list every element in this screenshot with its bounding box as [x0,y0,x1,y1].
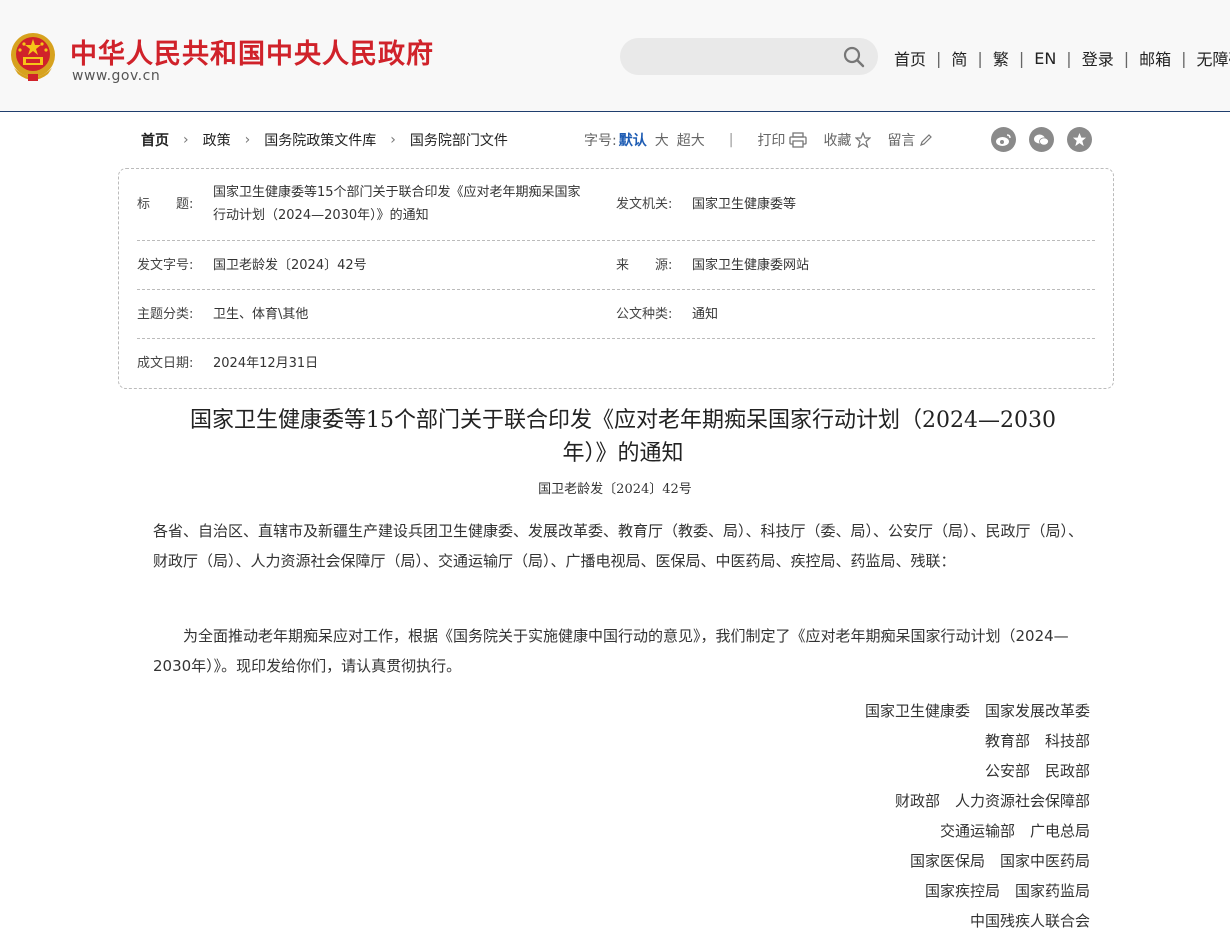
nav-separator: | [1123,48,1130,68]
article-body: 为全面推动老年期痴呆应对工作，根据《国务院关于实施健康中国行动的意见》，我们制定… [153,627,1069,675]
national-emblem-icon[interactable] [8,30,58,84]
signatory-line: 中国残疾人联合会 [969,912,1090,930]
document-info-panel: 标 题: 国家卫生健康委等15个部门关于联合印发《应对老年期痴呆国家 行动计划（… [118,168,1114,389]
info-date-label: 成文日期: [137,356,194,371]
font-size-large[interactable]: 大 [655,130,669,150]
info-docno-label: 发文字号: [137,258,194,273]
info-docno-value: 国卫老龄发〔2024〕42号 [213,258,367,273]
top-nav: 首页 | 简 | 繁 | EN | 登录 | 邮箱 | 无障碍 [894,46,1230,70]
signatory-line: 财政部 人力资源社会保障部 [894,792,1090,810]
comment-label: 留言 [887,133,916,149]
nav-mail[interactable]: 邮箱 [1139,46,1171,70]
info-issuer-value: 国家卫生健康委等 [692,197,797,212]
nav-simplified[interactable]: 简 [951,46,967,70]
info-row: 成文日期: 2024年12月31日 [137,339,1095,388]
signatory-line: 教育部 科技部 [984,732,1090,750]
nav-separator: | [1018,48,1025,68]
breadcrumb: 首页 › 政策 › 国务院政策文件库 › 国务院部门文件 [141,130,508,150]
signatory-line: 交通运输部 广电总局 [939,822,1090,840]
article-addressee: 各省、自治区、直辖市及新疆生产建设兵团卫生健康委、发展改革委、教育厅（教委、局）… [153,522,1084,570]
nav-login[interactable]: 登录 [1082,46,1114,70]
tools-divider: | [728,132,734,148]
info-row: 发文字号: 国卫老龄发〔2024〕42号 来 源: 国家卫生健康委网站 [137,241,1095,290]
breadcrumb-department-docs[interactable]: 国务院部门文件 [410,130,508,150]
search-input[interactable] [620,38,878,75]
info-date-value: 2024年12月31日 [213,356,319,371]
nav-separator: | [1066,48,1072,68]
wechat-icon[interactable] [1029,127,1054,152]
info-row: 标 题: 国家卫生健康委等15个部门关于联合印发《应对老年期痴呆国家 行动计划（… [137,169,1095,241]
weibo-icon[interactable] [991,127,1016,152]
printer-icon [789,132,808,148]
star-share-icon[interactable] [1067,127,1092,152]
info-issuer-label: 发文机关: [616,197,673,212]
nav-separator: | [977,48,983,68]
favorite-button[interactable]: 收藏 [823,130,872,150]
breadcrumb-policy[interactable]: 政策 [203,130,231,150]
chevron-right-icon: › [244,132,251,148]
nav-home[interactable]: 首页 [894,46,926,70]
info-source-label: 来 源: [616,258,673,273]
info-topic-label: 主题分类: [137,307,194,322]
article-doc-number: 国卫老龄发〔2024〕42号 [538,482,692,497]
site-header: 中华人民共和国中央人民政府 www.gov.cn 首页 | 简 | 繁 | EN | 登… [0,0,1230,112]
site-title[interactable]: 中华人民共和国中央人民政府 [70,32,434,71]
print-label: 打印 [757,133,786,149]
info-topic-value: 卫生、体育\其他 [213,307,309,322]
info-title-value-line1: 国家卫生健康委等15个部门关于联合印发《应对老年期痴呆国家 [213,185,581,200]
star-icon [855,132,872,148]
nav-english[interactable]: EN [1034,49,1056,68]
signatory-line: 公安部 民政部 [984,762,1090,780]
nav-accessibility[interactable]: 无障碍 [1197,46,1230,70]
print-button[interactable]: 打印 [757,130,808,150]
info-title-value-line2: 行动计划（2024—2030年）》的通知 [213,208,429,223]
nav-traditional[interactable]: 繁 [993,46,1009,70]
font-size-xlarge[interactable]: 超大 [677,130,705,150]
info-type-label: 公文种类: [616,307,673,322]
info-source-value: 国家卫生健康委网站 [692,258,810,273]
font-size-label: 字号: [584,133,617,149]
article-title: 国家卫生健康委等15个部门关于联合印发《应对老年期痴呆国家行动计划（2024—2… [150,404,1096,470]
nav-separator: | [1181,48,1187,68]
info-type-value: 通知 [692,307,719,322]
article-title-line2: 年）》的通知 [562,441,684,466]
pencil-icon [920,134,933,146]
signatory-line: 国家卫生健康委 国家发展改革委 [864,702,1090,720]
breadcrumb-home[interactable]: 首页 [141,130,169,150]
favorite-label: 收藏 [823,133,852,149]
article-title-line1: 国家卫生健康委等15个部门关于联合印发《应对老年期痴呆国家行动计划（2024—2… [190,408,1056,433]
chevron-right-icon: › [183,132,189,148]
comment-button[interactable]: 留言 [887,130,933,150]
info-title-label: 标 题: [137,197,194,212]
site-url: www.gov.cn [72,68,161,84]
font-size-default[interactable]: 默认 [619,130,647,150]
article-tools: 字号: 默认 大 超大 | 打印 收藏 留言 [584,130,949,150]
search-icon[interactable] [842,45,866,69]
signatory-line: 国家疾控局 国家药监局 [924,882,1090,900]
breadcrumb-policy-library[interactable]: 国务院政策文件库 [264,130,376,150]
info-row: 主题分类: 卫生、体育\其他 公文种类: 通知 [137,290,1095,339]
nav-separator: | [936,48,942,68]
signatory-line: 国家医保局 国家中医药局 [909,852,1090,870]
chevron-right-icon: › [390,132,396,148]
